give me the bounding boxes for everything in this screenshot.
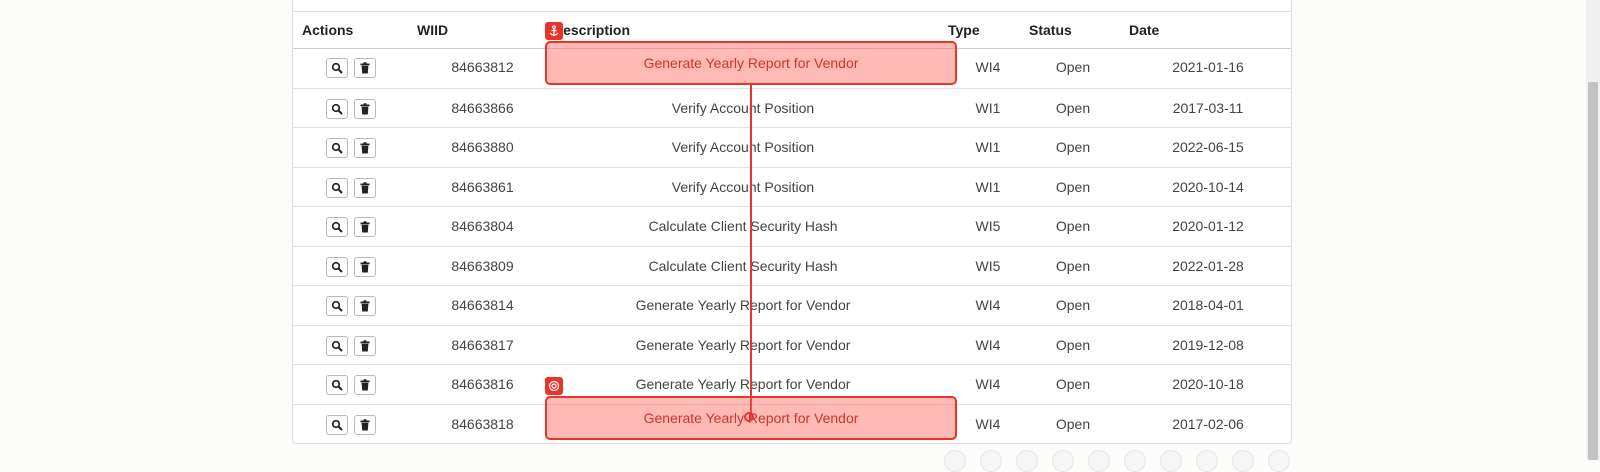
- scrollbar-thumb[interactable]: [1588, 82, 1598, 460]
- table-row[interactable]: 84663817 Generate Yearly Report for Vendo…: [293, 324, 1291, 365]
- cell-date: 2022-01-28: [1172, 257, 1244, 274]
- view-button[interactable]: [326, 98, 348, 119]
- delete-button[interactable]: [354, 414, 376, 435]
- delete-button[interactable]: [354, 335, 376, 356]
- cell-description: Verify Account Position: [671, 178, 815, 195]
- header-status[interactable]: Status: [1029, 12, 1072, 48]
- cell-date: 2017-03-11: [1172, 99, 1244, 116]
- cell-wiid: 84663818: [451, 415, 514, 432]
- cell-description: Verify Account Position: [671, 99, 815, 116]
- view-button[interactable]: [326, 296, 348, 316]
- delete-button[interactable]: [354, 98, 376, 119]
- view-button[interactable]: [326, 256, 348, 277]
- view-button[interactable]: [326, 58, 348, 78]
- target-icon: [545, 377, 563, 395]
- cell-status: Open: [1055, 178, 1091, 195]
- cell-date: 2020-01-12: [1172, 218, 1244, 234]
- drag-connector-line: [750, 84, 752, 419]
- table-row[interactable]: 84663814 Generate Yearly Report for Vendo…: [293, 285, 1291, 325]
- delete-button[interactable]: [354, 375, 376, 395]
- delete-button[interactable]: [354, 296, 376, 316]
- table-row[interactable]: 84663861 Verify Account Position WI1 Open 20…: [293, 166, 1291, 207]
- cell-description: Generate Yearly Report for Vendor: [635, 336, 851, 353]
- delete-button[interactable]: [354, 217, 376, 237]
- cell-wiid: 84663812: [451, 59, 514, 75]
- cell-date: 2022-06-15: [1172, 139, 1244, 155]
- pagination-dot[interactable]: [1196, 450, 1218, 472]
- pagination-dot[interactable]: [1052, 450, 1074, 472]
- page-scrollbar[interactable]: [1586, 0, 1600, 460]
- cell-status: Open: [1055, 376, 1091, 392]
- cell-status: Open: [1055, 59, 1091, 75]
- cell-date: 2020-10-18: [1172, 376, 1244, 392]
- header-wiid[interactable]: WIID: [417, 12, 448, 48]
- view-button[interactable]: [326, 375, 348, 395]
- cell-status: Open: [1055, 139, 1091, 155]
- cell-status: Open: [1055, 336, 1091, 353]
- pagination-dot[interactable]: [1124, 450, 1146, 472]
- anchor-icon: [545, 22, 563, 40]
- drag-source-label: Generate Yearly Report for Vendor: [643, 55, 859, 71]
- pagination-dot[interactable]: [1088, 450, 1110, 472]
- view-button[interactable]: [326, 335, 348, 356]
- table-row[interactable]: 84663866 Verify Account Position WI1 Open 20…: [293, 87, 1291, 128]
- cell-date: 2019-12-08: [1172, 336, 1244, 353]
- cell-date: 2018-04-01: [1172, 297, 1244, 313]
- cell-status: Open: [1055, 99, 1091, 116]
- drag-source-highlight[interactable]: Generate Yearly Report for Vendor: [545, 41, 957, 85]
- delete-button[interactable]: [354, 177, 376, 198]
- cell-date: 2021-01-16: [1172, 59, 1244, 75]
- header-actions: Actions: [302, 22, 354, 38]
- cell-status: Open: [1055, 257, 1091, 274]
- cell-description: Generate Yearly Report for Vendor: [635, 297, 851, 313]
- pagination-dot[interactable]: [944, 450, 966, 472]
- pagination-dot[interactable]: [1160, 450, 1182, 472]
- crosshair-icon: [744, 412, 754, 422]
- pagination-dot[interactable]: [1016, 450, 1038, 472]
- table-row[interactable]: 84663880 Verify Account Position WI1 Open 20…: [293, 127, 1291, 167]
- header-date[interactable]: Date: [1129, 12, 1159, 48]
- cell-description: Calculate Client Security Hash: [648, 218, 838, 234]
- delete-button[interactable]: [354, 256, 376, 277]
- view-button[interactable]: [326, 177, 348, 198]
- view-button[interactable]: [326, 138, 348, 158]
- cell-status: Open: [1055, 218, 1091, 234]
- cell-status: Open: [1055, 415, 1091, 432]
- view-button[interactable]: [326, 217, 348, 237]
- view-button[interactable]: [326, 414, 348, 435]
- pagination-dot[interactable]: [1232, 450, 1254, 472]
- delete-button[interactable]: [354, 138, 376, 158]
- cell-date: 2020-10-14: [1172, 178, 1244, 195]
- cell-status: Open: [1055, 297, 1091, 313]
- cell-description: Calculate Client Security Hash: [648, 257, 838, 274]
- pagination-dot[interactable]: [980, 450, 1002, 472]
- table-row[interactable]: 84663809 Calculate Client Security Hash WI…: [293, 245, 1291, 286]
- table-row[interactable]: 84663804 Calculate Client Security Hash WI…: [293, 206, 1291, 246]
- pagination-dot[interactable]: [1268, 450, 1290, 472]
- delete-button[interactable]: [354, 58, 376, 78]
- cell-description: Verify Account Position: [671, 139, 815, 155]
- cell-date: 2017-02-06: [1172, 415, 1244, 432]
